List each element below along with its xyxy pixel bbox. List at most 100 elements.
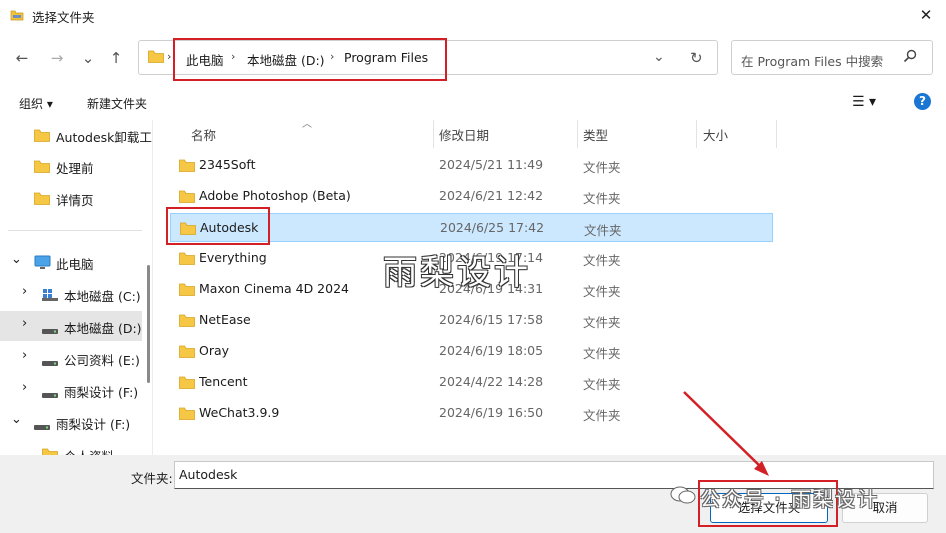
column-header-size[interactable]: 大小	[703, 125, 728, 144]
watermark-center: 雨梨设计	[383, 253, 531, 293]
address-dropdown-button[interactable]: ⌄	[653, 49, 665, 65]
file-row[interactable]: 2345Soft 2024/5/21 11:49 文件夹	[170, 151, 773, 180]
folder-icon	[42, 448, 58, 455]
navigation-pane: Autodesk卸载工 处理前 详情页 ⌄ 此电脑 › 本地磁盘 (C:) › …	[0, 120, 152, 455]
nav-item-label: 本地磁盘 (D:)	[64, 321, 142, 336]
nav-item-label: 雨梨设计 (F:)	[64, 385, 139, 400]
file-name: Oray	[199, 343, 230, 358]
folder-icon	[179, 407, 195, 423]
search-input[interactable]: 在 Program Files 中搜索	[741, 51, 883, 70]
column-header-type[interactable]: 类型	[583, 125, 608, 144]
nav-item-drive-f[interactable]: › 雨梨设计 (F:)	[0, 375, 142, 405]
column-header-name[interactable]: 名称	[191, 125, 216, 144]
nav-item-drive-e[interactable]: › 公司资料 (E:)	[0, 343, 142, 373]
nav-item-label: 处理前	[56, 161, 94, 176]
up-button[interactable]: ↑	[104, 46, 128, 70]
folder-icon	[179, 376, 195, 392]
column-divider[interactable]	[433, 120, 434, 148]
nav-item-drive-d[interactable]: › 本地磁盘 (D:)	[0, 311, 142, 341]
folder-icon	[179, 314, 195, 330]
annotation-arrow	[683, 391, 769, 476]
chevron-down-icon[interactable]: ⌄	[11, 252, 22, 267]
nav-item-drive-f-expanded[interactable]: ⌄ 雨梨设计 (F:)	[0, 407, 142, 437]
nav-item-label: 个人资料	[64, 446, 114, 455]
file-date: 2024/6/15 17:58	[439, 312, 544, 327]
file-type: 文件夹	[583, 315, 621, 330]
window-title: 选择文件夹	[32, 10, 95, 25]
chevron-right-icon[interactable]: ›	[22, 316, 27, 331]
file-date: 2024/6/19 16:50	[439, 405, 544, 420]
annotation-address-highlight	[173, 38, 447, 81]
close-button[interactable]: ✕	[912, 3, 940, 27]
search-icon[interactable]	[903, 49, 917, 63]
back-button[interactable]: ←	[10, 46, 34, 70]
breadcrumb-separator: ›	[167, 50, 172, 63]
file-type: 文件夹	[583, 346, 621, 361]
file-type: 文件夹	[583, 253, 621, 268]
column-divider[interactable]	[696, 120, 697, 148]
column-divider[interactable]	[577, 120, 578, 148]
folder-app-icon	[10, 10, 24, 21]
folder-icon	[179, 190, 195, 206]
folder-icon	[179, 345, 195, 361]
file-name: Tencent	[199, 374, 248, 389]
nav-item-autodesk-uninstall[interactable]: Autodesk卸载工	[0, 120, 152, 150]
nav-item-label: 详情页	[56, 193, 94, 208]
folder-icon	[34, 129, 50, 145]
chevron-right-icon[interactable]: ›	[22, 284, 27, 299]
file-row[interactable]: NetEase 2024/6/15 17:58 文件夹	[170, 306, 773, 335]
file-type: 文件夹	[583, 191, 621, 206]
nav-item-label: 雨梨设计 (F:)	[56, 417, 131, 432]
file-date: 2024/6/25 17:42	[440, 220, 545, 235]
file-date: 2024/6/19 18:05	[439, 343, 544, 358]
organize-button[interactable]: 组织 ▾	[19, 95, 53, 112]
nav-scrollbar[interactable]	[147, 265, 150, 383]
pane-divider[interactable]	[152, 120, 153, 455]
nav-item-detail-page[interactable]: 详情页	[0, 183, 142, 213]
nav-item-label: Autodesk卸载工	[56, 130, 152, 145]
file-date: 2024/5/21 11:49	[439, 157, 544, 172]
annotation-autodesk-highlight	[166, 207, 270, 245]
drive-icon	[34, 420, 50, 434]
column-divider[interactable]	[776, 120, 777, 148]
refresh-button[interactable]: ↻	[690, 49, 703, 67]
file-type: 文件夹	[584, 223, 622, 238]
folder-icon	[179, 283, 195, 299]
file-name: 2345Soft	[199, 157, 256, 172]
chevron-right-icon[interactable]: ›	[22, 348, 27, 363]
forward-button[interactable]: →	[45, 46, 69, 70]
file-name: WeChat3.9.9	[199, 405, 280, 420]
folder-field-label: 文件夹:	[131, 471, 173, 486]
file-type: 文件夹	[583, 160, 621, 175]
new-folder-button[interactable]: 新建文件夹	[87, 95, 147, 112]
file-name: NetEase	[199, 312, 251, 327]
chevron-down-icon[interactable]: ⌄	[11, 412, 22, 427]
nav-divider	[8, 230, 142, 231]
nav-item-drive-c[interactable]: › 本地磁盘 (C:)	[0, 279, 142, 309]
windows-drive-icon	[42, 289, 58, 304]
nav-item-before-processing[interactable]: 处理前	[0, 151, 142, 181]
file-type: 文件夹	[583, 377, 621, 392]
folder-icon	[34, 160, 50, 176]
recent-locations-button[interactable]: ⌄	[76, 46, 100, 70]
chevron-right-icon[interactable]: ›	[22, 380, 27, 395]
drive-icon	[42, 356, 58, 370]
nav-item-this-pc[interactable]: ⌄ 此电脑	[0, 247, 142, 277]
folder-icon	[179, 159, 195, 175]
file-name: Adobe Photoshop (Beta)	[199, 188, 351, 203]
file-name: Maxon Cinema 4D 2024	[199, 281, 349, 296]
folder-icon	[179, 252, 195, 268]
nav-item-label: 此电脑	[56, 257, 94, 272]
file-row[interactable]: Oray 2024/6/19 18:05 文件夹	[170, 337, 773, 366]
file-type: 文件夹	[583, 408, 621, 423]
nav-item-label: 公司资料 (E:)	[64, 353, 140, 368]
file-date: 2024/4/22 14:28	[439, 374, 544, 389]
nav-item-personal-files[interactable]: 个人资料	[0, 439, 142, 455]
title-bar	[0, 0, 946, 32]
nav-item-label: 本地磁盘 (C:)	[64, 289, 141, 304]
column-header-date[interactable]: 修改日期	[439, 125, 489, 144]
folder-icon	[34, 192, 50, 208]
help-icon[interactable]: ?	[914, 93, 931, 110]
view-options-button[interactable]: ☰ ▾	[852, 94, 876, 110]
drive-icon	[42, 388, 58, 402]
